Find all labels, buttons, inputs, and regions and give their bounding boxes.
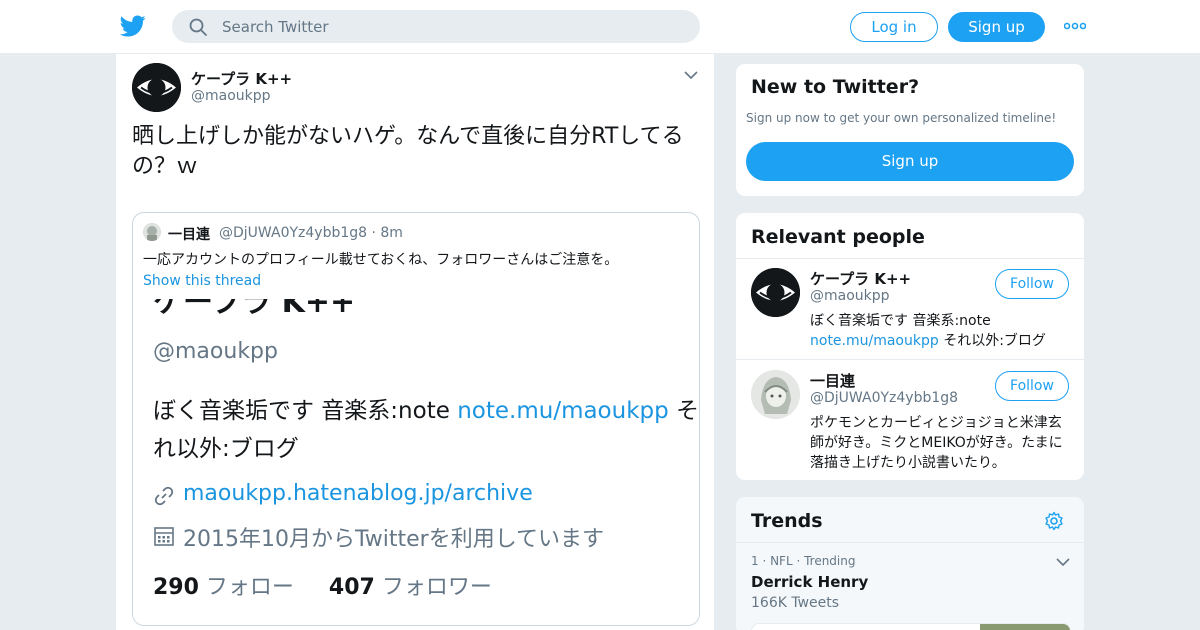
new-to-twitter-title: New to Twitter? — [751, 76, 920, 98]
following-label: フォロー — [198, 575, 294, 600]
image-bio-link: note.mu/maoukpp — [457, 398, 669, 424]
quoted-author-name: 一目連 — [168, 227, 210, 243]
tweet-panel: ケープラ K++ @maoukpp 晒し上げしか能がないハゲ。なんで直後に自分R… — [115, 54, 715, 630]
trend-tweet-count: 166K Tweets — [751, 595, 840, 611]
person-avatar[interactable] — [751, 268, 800, 317]
image-profile-stats: 290 フォロー 407 フォロワー — [153, 569, 492, 601]
quoted-author-avatar — [143, 223, 161, 241]
tweet-text: 晒し上げしか能がないハゲ。なんで直後に自分RTしてるの？ｗ — [132, 124, 684, 179]
quoted-author-handle-time: @DjUWA0Yz4ybb1g8 · 8m — [219, 225, 403, 241]
author-handle[interactable]: @maoukpp — [191, 88, 271, 104]
follow-button[interactable]: Follow — [995, 269, 1069, 299]
signup-button[interactable]: Sign up — [948, 12, 1045, 42]
author-avatar[interactable] — [132, 63, 181, 112]
link-icon — [154, 486, 174, 506]
image-profile-bio-line2: れ以外:ブログ — [153, 436, 299, 462]
image-profile-joined: 2015年10月からTwitterを利用しています — [183, 527, 605, 552]
trends-card: Trends 1 · NFL · Trending Derrick Henry … — [735, 496, 1085, 630]
person-bio-text: ぼく音楽垢です 音楽系:note — [810, 313, 991, 329]
trends-title: Trends — [751, 510, 823, 532]
image-profile-website: maoukpp.hatenablog.jp/archive — [183, 481, 533, 506]
follow-button[interactable]: Follow — [995, 371, 1069, 401]
trend-preview-card[interactable] — [751, 623, 1071, 630]
eye-avatar-icon — [132, 63, 181, 112]
person-handle[interactable]: @maoukpp — [810, 288, 890, 304]
divider — [736, 359, 1084, 360]
person-name[interactable]: ケープラ K++ — [810, 268, 911, 289]
quoted-tweet[interactable]: 一目連 @DjUWA0Yz4ybb1g8 · 8m 一応アカウントのプロフィール… — [132, 212, 700, 626]
search-input[interactable] — [222, 10, 682, 43]
relevant-people-title: Relevant people — [751, 226, 925, 248]
image-profile-bio-line1: ぼく音楽垢です 音楽系:note note.mu/maoukpp そ — [153, 391, 699, 425]
image-profile-name: ケープラ K++ — [153, 299, 356, 320]
sidebar-signup-button[interactable]: Sign up — [746, 142, 1074, 181]
person-bio: ポケモンとカービィとジョジョと米津玄師が好き。ミクとMEIKOが好き。たまに落描… — [810, 415, 1063, 471]
more-options-icon[interactable] — [1064, 20, 1086, 32]
new-to-twitter-card: New to Twitter? Sign up now to get your … — [735, 63, 1085, 197]
new-to-twitter-subtitle: Sign up now to get your own personalized… — [746, 111, 1057, 125]
twitter-bird-logo-icon[interactable] — [120, 13, 146, 39]
followers-label: フォロワー — [374, 575, 492, 600]
login-button[interactable]: Log in — [850, 12, 938, 42]
divider — [736, 258, 1084, 259]
author-name[interactable]: ケープラ K++ — [191, 68, 292, 89]
relevant-people-card: Relevant people ケープラ K++ @maoukpp Follow… — [735, 212, 1085, 481]
following-count: 290 — [153, 575, 199, 600]
image-bio-text: ぼく音楽垢です 音楽系:note — [153, 398, 458, 424]
quoted-tweet-text: 一応アカウントのプロフィール載せておくね、フォロワーさんはご注意を。 — [143, 252, 619, 268]
quoted-tweet-image[interactable]: ケープラ K++ @maoukpp ぼく音楽垢です 音楽系:note note.… — [133, 299, 699, 625]
divider — [736, 542, 1084, 543]
sketch-avatar-icon — [751, 370, 800, 419]
sketch-avatar-icon — [143, 223, 161, 241]
eye-avatar-icon — [751, 268, 800, 317]
trend-meta: 1 · NFL · Trending — [751, 554, 856, 568]
image-profile-handle: @maoukpp — [153, 339, 278, 364]
gear-icon[interactable] — [1044, 511, 1064, 531]
person-name[interactable]: 一目連 — [810, 370, 855, 391]
trend-preview-image — [980, 624, 1070, 630]
person-bio-suffix: それ以外:ブログ — [938, 333, 1046, 349]
person-avatar[interactable] — [751, 370, 800, 419]
search-icon — [189, 18, 207, 36]
chevron-down-icon[interactable] — [684, 70, 698, 80]
chevron-down-icon[interactable] — [1056, 557, 1070, 567]
followers-count: 407 — [328, 575, 375, 600]
calendar-icon — [154, 527, 174, 546]
image-bio-tail: そ — [668, 398, 699, 424]
person-bio-link[interactable]: note.mu/maoukpp — [810, 333, 939, 349]
top-navigation-bar: Log in Sign up — [0, 0, 1200, 54]
person-handle[interactable]: @DjUWA0Yz4ybb1g8 — [810, 390, 958, 406]
trend-name[interactable]: Derrick Henry — [751, 573, 868, 591]
show-thread-link[interactable]: Show this thread — [143, 273, 261, 289]
person-bio: ぼく音楽垢です 音楽系:note note.mu/maoukpp それ以外:ブロ… — [810, 311, 1075, 351]
